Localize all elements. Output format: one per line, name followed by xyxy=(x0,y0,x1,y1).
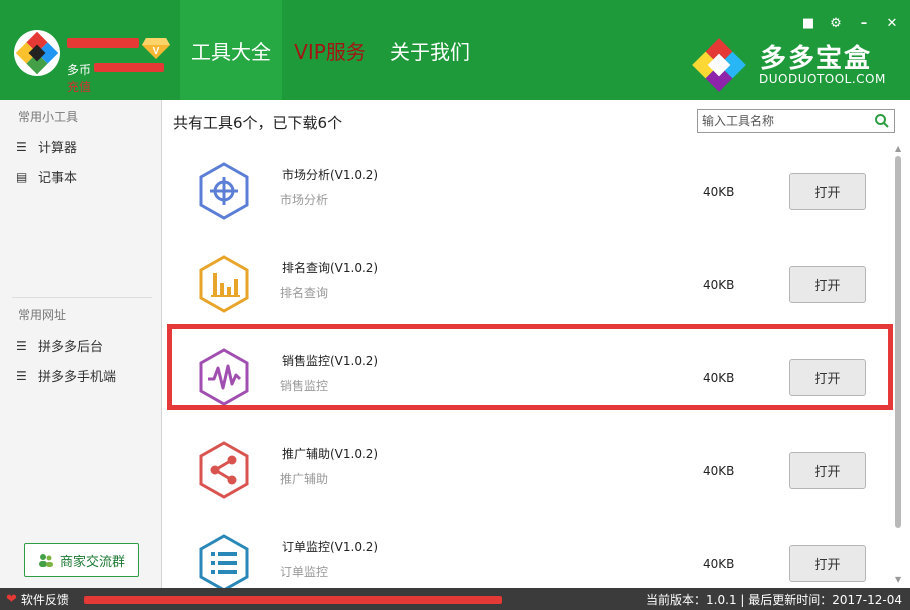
close-icon[interactable]: ✕ xyxy=(884,16,900,31)
tool-row-market-analysis: 市场分析(V1.0.2) 市场分析 40KB 打开 xyxy=(162,150,892,243)
tool-desc: 排名查询 xyxy=(280,286,329,300)
tool-row-order-monitor: 订单监控(V1.0.2) 订单监控 40KB 打开 xyxy=(162,522,892,588)
svg-text:V: V xyxy=(153,46,160,57)
sidebar: 常用小工具 ☰ 计算器 ▤ 记事本 常用网址 ☰ 拼多多后台 ☰ 拼多多手机端 … xyxy=(0,100,162,588)
list-icon xyxy=(199,534,249,588)
gear-icon[interactable]: ⚙ xyxy=(828,16,844,31)
tool-size: 40KB xyxy=(703,371,735,385)
pulse-icon xyxy=(199,348,249,406)
sidebar-tools-title: 常用小工具 xyxy=(18,110,79,124)
heart-icon: ❤ xyxy=(6,592,17,607)
open-button[interactable]: 打开 xyxy=(789,266,866,303)
status-bar: ❤ 软件反馈 当前版本：1.0.1 | 最后更新时间：2017-12-04 xyxy=(0,588,910,610)
feedback-label: 软件反馈 xyxy=(20,593,69,607)
tool-name: 排名查询(V1.0.2) xyxy=(282,261,379,275)
header: V 多币 充值 工具大全 VIP服务 关于我们 ■ ⚙ – ✕ 多多宝盒 DUO… xyxy=(0,0,910,100)
sidebar-item-label: 拼多多后台 xyxy=(38,340,104,355)
tool-summary: 共有工具6个，已下载6个 xyxy=(173,114,343,132)
sidebar-item-label: 计算器 xyxy=(38,141,78,156)
nav-tab-about[interactable]: 关于我们 xyxy=(378,0,482,100)
sidebar-item-label: 拼多多手机端 xyxy=(38,370,117,385)
sidebar-item-calculator[interactable]: ☰ 计算器 xyxy=(16,137,78,157)
sidebar-item-label: 记事本 xyxy=(38,171,78,186)
tool-size: 40KB xyxy=(703,185,735,199)
version-info: 当前版本：1.0.1 | 最后更新时间：2017-12-04 xyxy=(646,591,902,608)
sidebar-sites-title: 常用网址 xyxy=(18,308,67,322)
coins-label: 多币 xyxy=(67,63,92,77)
tool-size: 40KB xyxy=(703,557,735,571)
merchant-group-label: 商家交流群 xyxy=(59,554,125,570)
username-redacted xyxy=(67,38,139,48)
tool-row-sales-monitor: 销售监控(V1.0.2) 销售监控 40KB 打开 xyxy=(162,336,892,429)
window-controls: ■ ⚙ – ✕ xyxy=(800,16,900,31)
list-icon: ☰ xyxy=(16,368,27,383)
coins-value-redacted xyxy=(94,63,164,72)
version-text: 当前版本：1.0.1 | 最后更新时间：2017-12-04 xyxy=(646,593,902,607)
brand-url: DUODUOTOOL.COM xyxy=(759,72,886,86)
tool-name: 销售监控(V1.0.2) xyxy=(282,354,379,368)
main-panel: 共有工具6个，已下载6个 市场分析(V1.0.2) 市场分析 40KB 打开 xyxy=(162,100,910,588)
shirt-icon[interactable]: ■ xyxy=(800,16,816,31)
open-button[interactable]: 打开 xyxy=(789,452,866,489)
share-icon xyxy=(199,441,249,499)
tool-name: 市场分析(V1.0.2) xyxy=(282,168,379,182)
open-button[interactable]: 打开 xyxy=(789,359,866,396)
merchant-group-button[interactable]: 商家交流群 xyxy=(24,543,139,577)
vip-diamond-icon: V xyxy=(142,38,170,59)
recharge-link[interactable]: 充值 xyxy=(67,78,91,95)
search-icon[interactable] xyxy=(874,113,890,129)
tool-row-ranking: 排名查询(V1.0.2) 排名查询 40KB 打开 xyxy=(162,243,892,336)
list-icon: ☰ xyxy=(16,139,27,154)
scrollbar[interactable]: ▲ ▼ xyxy=(893,144,903,584)
search-box xyxy=(697,109,895,133)
sidebar-item-pdd-mobile[interactable]: ☰ 拼多多手机端 xyxy=(16,366,117,386)
scroll-down-icon[interactable]: ▼ xyxy=(895,575,901,584)
sidebar-divider xyxy=(12,297,152,298)
notice-redacted xyxy=(84,596,502,604)
tool-row-promotion: 推广辅助(V1.0.2) 推广辅助 40KB 打开 xyxy=(162,429,892,522)
monitor-icon: ▤ xyxy=(16,169,28,184)
scroll-thumb[interactable] xyxy=(895,156,901,528)
nav-tab-tools[interactable]: 工具大全 xyxy=(180,0,282,100)
tool-size: 40KB xyxy=(703,278,735,292)
nav-tab-vip[interactable]: VIP服务 xyxy=(282,0,378,100)
open-button[interactable]: 打开 xyxy=(789,545,866,582)
target-icon xyxy=(199,162,249,220)
scroll-up-icon[interactable]: ▲ xyxy=(895,144,901,153)
tool-desc: 销售监控 xyxy=(280,379,329,393)
list-icon: ☰ xyxy=(16,338,27,353)
open-button[interactable]: 打开 xyxy=(789,173,866,210)
tool-desc: 推广辅助 xyxy=(280,472,329,486)
brand-logo-icon xyxy=(692,38,746,92)
sidebar-item-pdd-backend[interactable]: ☰ 拼多多后台 xyxy=(16,336,104,356)
brand-name: 多多宝盒 xyxy=(760,44,873,74)
users-icon xyxy=(38,554,53,567)
bar-chart-icon xyxy=(199,255,249,313)
search-input[interactable] xyxy=(698,110,868,132)
tool-name: 订单监控(V1.0.2) xyxy=(282,540,379,554)
feedback-link[interactable]: ❤ 软件反馈 xyxy=(6,591,69,608)
user-avatar[interactable] xyxy=(14,30,60,76)
tool-name: 推广辅助(V1.0.2) xyxy=(282,447,379,461)
sidebar-item-notepad[interactable]: ▤ 记事本 xyxy=(16,167,78,187)
tool-desc: 市场分析 xyxy=(280,193,329,207)
tool-size: 40KB xyxy=(703,464,735,478)
tool-desc: 订单监控 xyxy=(280,565,329,579)
minimize-icon[interactable]: – xyxy=(856,16,872,31)
